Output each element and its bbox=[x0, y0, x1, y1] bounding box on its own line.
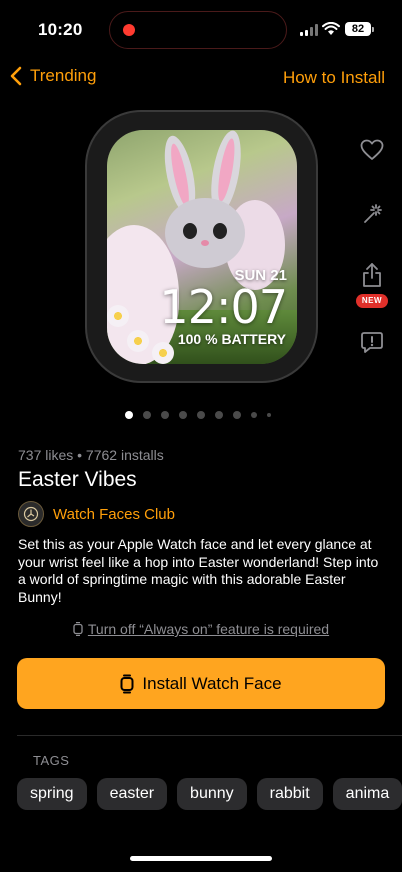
battery-tip bbox=[372, 27, 374, 32]
back-button[interactable]: Trending bbox=[10, 66, 96, 86]
watch-face-title: Easter Vibes bbox=[18, 468, 137, 491]
always-on-notice-text: Turn off “Always on” feature is required bbox=[87, 621, 330, 637]
new-badge: NEW bbox=[356, 294, 388, 308]
stats-text: 737 likes • 7762 installs bbox=[18, 447, 164, 463]
tags-heading: TAGS bbox=[33, 753, 70, 768]
page-dot[interactable] bbox=[197, 411, 205, 419]
watch-icon bbox=[73, 622, 83, 636]
always-on-notice[interactable]: Turn off “Always on” feature is required bbox=[0, 621, 402, 639]
status-time: 10:20 bbox=[38, 20, 83, 39]
like-button[interactable] bbox=[359, 137, 385, 163]
report-button[interactable] bbox=[359, 329, 385, 355]
page-dot[interactable] bbox=[233, 411, 241, 419]
effects-button[interactable] bbox=[359, 201, 385, 227]
watch-face-battery: 100 % BATTERY bbox=[177, 331, 286, 347]
watch-face-time: 12:07 bbox=[159, 280, 288, 334]
page-dot[interactable] bbox=[125, 411, 133, 419]
share-button[interactable] bbox=[359, 262, 385, 288]
install-watch-face-button[interactable]: Install Watch Face bbox=[17, 658, 385, 709]
status-bar: 10:20 82 bbox=[0, 0, 402, 58]
back-label: Trending bbox=[30, 66, 97, 85]
cellular-signal-icon bbox=[300, 24, 318, 36]
page-dot[interactable] bbox=[161, 411, 169, 419]
page-dot[interactable] bbox=[267, 413, 271, 417]
watch-face-image: SUN 21 12:07 100 % BATTERY bbox=[107, 130, 297, 364]
recording-indicator-icon bbox=[123, 24, 135, 36]
bunny-head bbox=[165, 198, 245, 268]
dynamic-island[interactable] bbox=[109, 11, 287, 49]
page-dot[interactable] bbox=[215, 411, 223, 419]
page-dot[interactable] bbox=[143, 411, 151, 419]
sparkle-icon bbox=[364, 204, 382, 223]
flower-icon bbox=[107, 305, 129, 327]
share-icon bbox=[363, 263, 381, 287]
author-avatar bbox=[18, 501, 44, 527]
watch-preview[interactable]: SUN 21 12:07 100 % BATTERY bbox=[85, 110, 318, 383]
tag-chip[interactable]: easter bbox=[96, 778, 168, 810]
heart-icon bbox=[360, 139, 384, 160]
author-link[interactable]: Watch Faces Club bbox=[18, 501, 175, 527]
tag-chip[interactable]: rabbit bbox=[256, 778, 323, 810]
page-dot[interactable] bbox=[179, 411, 187, 419]
tag-chip[interactable]: anima bbox=[332, 778, 402, 810]
chevron-left-icon bbox=[10, 66, 22, 86]
report-icon bbox=[361, 332, 383, 353]
clock-logo-icon bbox=[23, 506, 39, 522]
flower-icon bbox=[127, 330, 149, 352]
flower-icon bbox=[152, 342, 174, 364]
how-to-install-link[interactable]: How to Install bbox=[283, 68, 385, 88]
tag-chip[interactable]: spring bbox=[17, 778, 87, 810]
bunny-nose bbox=[201, 240, 209, 246]
bunny-eye-right bbox=[213, 223, 227, 239]
page-indicator[interactable] bbox=[125, 411, 271, 419]
battery-icon: 82 bbox=[345, 22, 371, 36]
install-button-label: Install Watch Face bbox=[142, 673, 282, 693]
page-dot[interactable] bbox=[251, 412, 257, 418]
home-indicator[interactable] bbox=[130, 856, 272, 861]
watch-icon bbox=[120, 674, 134, 693]
tag-chip[interactable]: bunny bbox=[177, 778, 247, 810]
author-name: Watch Faces Club bbox=[53, 505, 175, 523]
wifi-icon bbox=[322, 22, 340, 35]
description-text: Set this as your Apple Watch face and le… bbox=[18, 536, 379, 605]
tags-list: spring easter bunny rabbit anima bbox=[17, 778, 402, 810]
divider bbox=[17, 735, 402, 736]
bunny-eye-left bbox=[183, 223, 197, 239]
nav-bar: Trending How to Install bbox=[0, 62, 402, 94]
